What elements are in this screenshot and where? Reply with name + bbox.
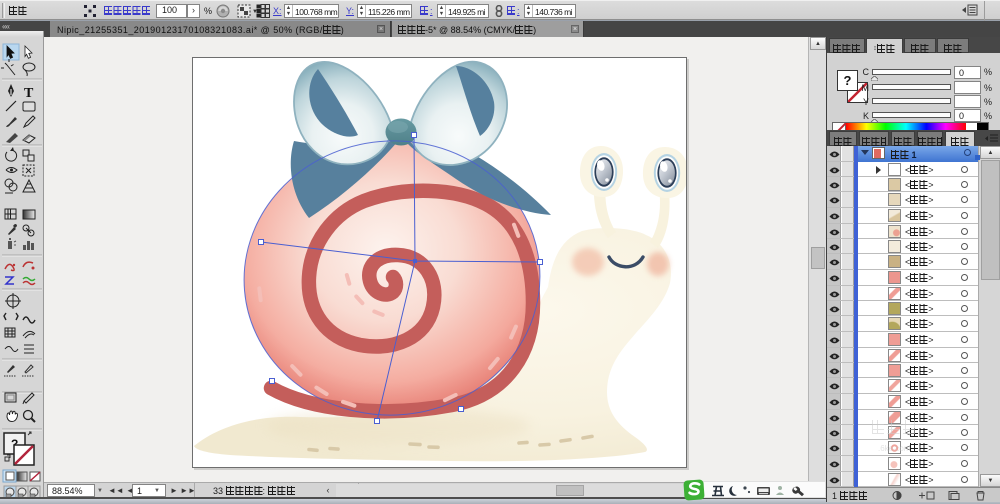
svg-text:T: T — [24, 86, 34, 101]
